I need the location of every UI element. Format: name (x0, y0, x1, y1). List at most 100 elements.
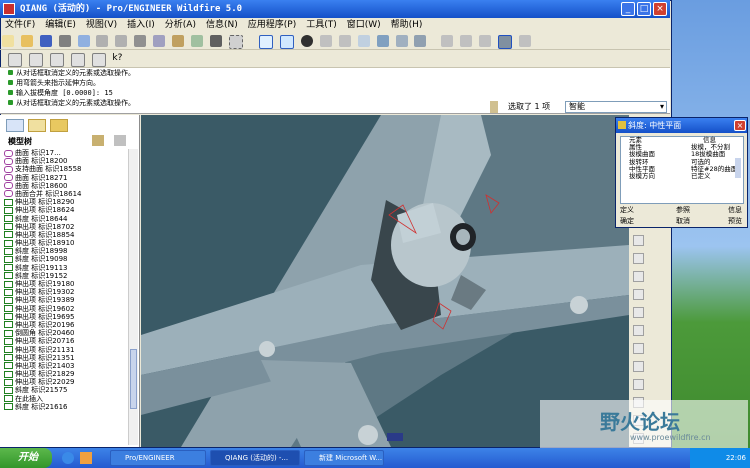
cancel-button[interactable]: 取消 (676, 216, 690, 226)
tree-item[interactable]: 斜度 标识18644 (4, 215, 128, 223)
tree-item[interactable]: 伸出项 标识20716 (4, 337, 128, 345)
context-help-icon[interactable]: k? (112, 53, 124, 65)
tree-scrollbar[interactable] (128, 149, 138, 445)
tree-item[interactable]: 斜度 标识19152 (4, 272, 128, 280)
close-button[interactable]: × (653, 2, 667, 16)
open-icon[interactable] (20, 35, 33, 47)
datum-axis-tool-icon[interactable] (633, 253, 644, 264)
tree-item[interactable]: 斜度 标识21616 (4, 403, 128, 411)
task-proe[interactable]: Pro/ENGINEER (110, 450, 206, 466)
copy-icon[interactable] (153, 35, 165, 47)
scroll-thumb[interactable] (130, 349, 137, 409)
cut-icon[interactable] (134, 35, 147, 47)
start-button[interactable]: 开始 (0, 448, 52, 468)
spin-center-icon[interactable] (280, 35, 295, 49)
graphics-viewport[interactable] (141, 115, 629, 447)
repaint-icon[interactable] (259, 35, 274, 49)
tree-show-icon[interactable] (114, 135, 126, 146)
tree-item[interactable]: 伸出项 标识21403 (4, 362, 128, 370)
tree-item[interactable]: 曲面 标识17... (4, 149, 128, 157)
zoom-in-icon[interactable] (320, 35, 332, 47)
menu-view[interactable]: 视图(V) (81, 18, 122, 32)
annotation-display-icon[interactable] (91, 53, 106, 67)
csys-tool-icon[interactable] (633, 307, 644, 318)
select-box-icon[interactable] (228, 35, 243, 49)
print-icon[interactable] (58, 35, 71, 47)
tree-item[interactable]: 斜度 标识19113 (4, 264, 128, 272)
tree-item[interactable]: 伸出项 标识19180 (4, 280, 128, 288)
tree-item[interactable]: 曲面 标识18271 (4, 174, 128, 182)
menu-info[interactable]: 信息(N) (201, 18, 243, 32)
menu-analysis[interactable]: 分析(A) (160, 18, 201, 32)
paste-icon[interactable] (171, 35, 184, 47)
tree-item[interactable]: 曲面合并 标识18614 (4, 190, 128, 198)
menu-help[interactable]: 帮助(H) (386, 18, 428, 32)
wireframe-icon[interactable] (441, 35, 454, 47)
tree-item[interactable]: 伸出项 标识19389 (4, 296, 128, 304)
tree-item[interactable]: 斜度 标识21575 (4, 386, 128, 394)
draft-tool-icon[interactable] (633, 379, 644, 390)
saved-views-icon[interactable] (395, 35, 408, 47)
tree-item[interactable]: 伸出项 标识19695 (4, 313, 128, 321)
tree-item[interactable]: 伸出项 标识18854 (4, 231, 128, 239)
menu-applications[interactable]: 应用程序(P) (243, 18, 301, 32)
no-hidden-icon[interactable] (479, 35, 491, 47)
enhanced-realism-icon[interactable] (518, 35, 531, 47)
hole-tool-icon[interactable] (633, 325, 644, 336)
shell-tool-icon[interactable] (633, 343, 644, 354)
quicklaunch-icon[interactable] (80, 452, 92, 464)
tree-item[interactable]: 支持曲面 标识18558 (4, 165, 128, 173)
rib-tool-icon[interactable] (633, 361, 644, 372)
tree-item[interactable]: 伸出项 标识18624 (4, 206, 128, 214)
new-icon[interactable] (2, 35, 14, 47)
menu-edit[interactable]: 编辑(E) (40, 18, 81, 32)
menu-insert[interactable]: 插入(I) (122, 18, 160, 32)
tree-item[interactable]: 在此插入 (4, 395, 128, 403)
ok-button[interactable]: 确定 (620, 216, 634, 226)
element-row[interactable]: 拔模方向 已定义 (621, 172, 743, 180)
orient-mode-icon[interactable] (301, 35, 314, 47)
refit-icon[interactable] (357, 35, 370, 47)
define-button[interactable]: 定义 (620, 205, 634, 215)
tree-item[interactable]: 伸出项 标识19602 (4, 305, 128, 313)
dialog-close-button[interactable]: × (734, 120, 746, 131)
tree-item[interactable]: 伸出项 标识21131 (4, 346, 128, 354)
dialog-scroll-thumb[interactable] (735, 158, 741, 178)
task-qiang-active[interactable]: QIANG (活动的) -... (210, 450, 300, 466)
redo-icon[interactable] (115, 35, 128, 47)
minimize-button[interactable]: _ (621, 2, 635, 16)
menu-window[interactable]: 窗口(W) (342, 18, 386, 32)
undo-icon[interactable] (96, 35, 109, 47)
maximize-button[interactable]: □ (637, 2, 651, 16)
tree-item[interactable]: 斜度 标识19098 (4, 255, 128, 263)
tree-item[interactable]: 曲面 标识18600 (4, 182, 128, 190)
tree-item[interactable]: 伸出项 标识20196 (4, 321, 128, 329)
task-word[interactable]: 新建 Microsoft W... (304, 450, 384, 466)
sketch-tool-icon[interactable] (633, 271, 644, 282)
point-display-icon[interactable] (49, 53, 64, 67)
ie-quicklaunch-icon[interactable] (62, 452, 74, 464)
references-button[interactable]: 参照 (676, 205, 690, 215)
info-button[interactable]: 信息 (728, 205, 742, 215)
tree-settings-icon[interactable] (92, 135, 104, 146)
datum-axis-display-icon[interactable] (28, 53, 43, 67)
tab-folder-browser[interactable] (28, 119, 46, 132)
selection-filter-dropdown[interactable]: 智能 ▾ (565, 101, 667, 113)
save-icon[interactable] (39, 35, 52, 47)
tree-item[interactable]: 伸出项 标识18702 (4, 223, 128, 231)
find-icon[interactable] (209, 35, 222, 47)
point-tool-icon[interactable] (633, 289, 644, 300)
tab-model-tree[interactable] (6, 119, 24, 132)
csys-display-icon[interactable] (70, 53, 85, 67)
layers-icon[interactable] (414, 35, 427, 47)
mail-icon[interactable] (77, 35, 90, 47)
tree-item[interactable]: 伸出项 标识21351 (4, 354, 128, 362)
reorient-icon[interactable] (376, 35, 389, 47)
datum-plane-tool-icon[interactable] (633, 235, 644, 246)
regenerate-icon[interactable] (190, 35, 203, 47)
preview-button[interactable]: 预览 (728, 216, 742, 226)
shading-icon[interactable] (497, 35, 512, 49)
menu-file[interactable]: 文件(F) (0, 18, 40, 32)
menu-tools[interactable]: 工具(T) (301, 18, 342, 32)
datum-plane-display-icon[interactable] (8, 53, 22, 67)
